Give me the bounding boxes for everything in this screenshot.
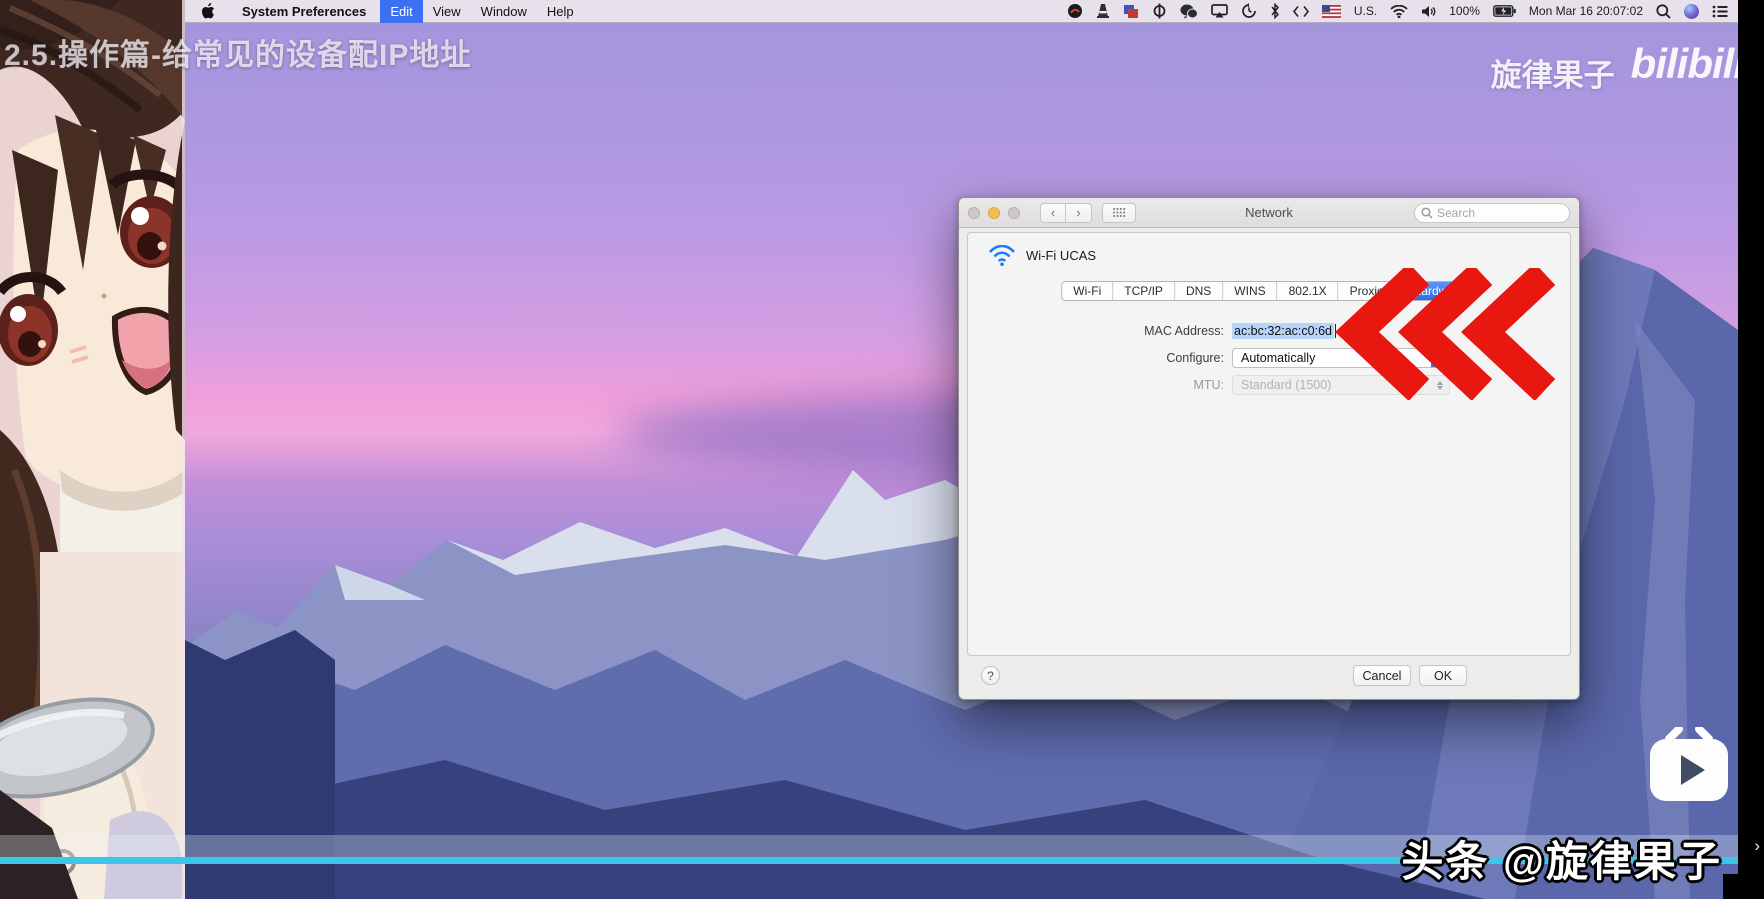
configure-dropdown[interactable]: Automatically: [1232, 348, 1450, 368]
battery-icon[interactable]: [1493, 5, 1516, 17]
letterbox-right: [1738, 0, 1764, 899]
letterbox-corner: [1723, 874, 1764, 899]
hardware-form: MAC Address: ac:bc:32:ac:c0:6d Configure…: [968, 321, 1570, 402]
tab-tcpip[interactable]: TCP/IP: [1113, 282, 1175, 300]
windows-switch-icon[interactable]: [1123, 4, 1139, 19]
cancel-button[interactable]: Cancel: [1353, 665, 1411, 686]
vlc-cone-icon[interactable]: [1096, 3, 1110, 19]
search-input[interactable]: [1437, 206, 1557, 220]
menu-clock[interactable]: Mon Mar 16 20:07:02: [1529, 4, 1643, 18]
connection-row: Wi-Fi UCAS: [988, 245, 1096, 266]
anime-character-overlay: [0, 0, 185, 899]
stepper-arrows-icon: [1431, 381, 1449, 390]
tab-dns[interactable]: DNS: [1175, 282, 1223, 300]
spotlight-icon[interactable]: [1656, 4, 1671, 19]
mac-address-row: MAC Address: ac:bc:32:ac:c0:6d: [968, 321, 1570, 341]
wechat-icon[interactable]: [1180, 4, 1198, 19]
mtu-label: MTU:: [968, 378, 1232, 392]
time-machine-icon[interactable]: [1241, 3, 1257, 19]
airplay-display-icon[interactable]: [1211, 4, 1228, 18]
zoom-button[interactable]: [1008, 207, 1020, 219]
tab-wifi[interactable]: Wi-Fi: [1062, 282, 1113, 300]
next-arrow-icon[interactable]: ›: [1754, 836, 1760, 856]
close-button[interactable]: [968, 207, 980, 219]
help-button[interactable]: ?: [981, 666, 1000, 685]
menu-window[interactable]: Window: [471, 0, 537, 23]
video-title-overlay: 2.5.操作篇-给常见的设备配IP地址: [4, 30, 471, 74]
configure-row: Configure: Automatically: [968, 348, 1570, 368]
phi-icon[interactable]: [1152, 3, 1167, 19]
bilibili-tv-icon: [1647, 727, 1731, 803]
tab-wins[interactable]: WINS: [1223, 282, 1277, 300]
macos-desktop: System Preferences Edit View Window Help…: [185, 0, 1738, 899]
video-frame: System Preferences Edit View Window Help…: [0, 0, 1764, 899]
menu-status-area: U.S. 100% Mon Mar 16 20:07:02: [1067, 3, 1728, 19]
dev-brackets-icon[interactable]: [1293, 5, 1309, 18]
configure-label: Configure:: [968, 351, 1232, 365]
menu-edit[interactable]: Edit: [380, 0, 422, 23]
us-flag-icon[interactable]: [1322, 5, 1341, 18]
dropdown-arrows-icon: [1431, 349, 1449, 367]
mac-address-value[interactable]: ac:bc:32:ac:c0:6d: [1232, 323, 1336, 339]
volume-icon[interactable]: [1421, 5, 1436, 18]
show-all-button[interactable]: [1102, 203, 1136, 223]
app-circle-icon[interactable]: [1067, 3, 1083, 19]
wifi-icon[interactable]: [1390, 5, 1408, 18]
tab-8021x[interactable]: 802.1X: [1278, 282, 1339, 300]
mac-address-selection: ac:bc:32:ac:c0:6d: [1232, 323, 1334, 339]
battery-percent-label: 100%: [1449, 4, 1480, 18]
mtu-value: Standard (1500): [1233, 378, 1431, 392]
tab-hardware[interactable]: Hardware: [1402, 282, 1476, 300]
connection-name: Wi-Fi UCAS: [1026, 248, 1096, 263]
uploader-name: 旋律果子: [1491, 50, 1615, 95]
search-icon: [1421, 207, 1433, 219]
ok-button[interactable]: OK: [1419, 665, 1467, 686]
wifi-service-icon: [988, 245, 1016, 266]
input-source-label[interactable]: U.S.: [1354, 4, 1377, 18]
tab-proxies[interactable]: Proxies: [1339, 282, 1402, 300]
siri-icon[interactable]: [1684, 4, 1699, 19]
bluetooth-icon[interactable]: [1270, 3, 1280, 19]
minimize-button[interactable]: [988, 207, 1000, 219]
apple-menu[interactable]: [201, 3, 216, 19]
tab-bar: Wi-Fi TCP/IP DNS WINS 802.1X Proxies Har…: [1061, 281, 1476, 301]
network-window: ‹ › Network Wi-Fi UCAS Wi-Fi: [958, 197, 1580, 700]
window-titlebar[interactable]: ‹ › Network: [959, 198, 1579, 228]
window-content-panel: Wi-Fi UCAS Wi-Fi TCP/IP DNS WINS 802.1X …: [967, 232, 1571, 656]
back-button[interactable]: ‹: [1040, 203, 1066, 223]
menu-system-preferences[interactable]: System Preferences: [232, 0, 380, 23]
menu-bar: System Preferences Edit View Window Help…: [185, 0, 1738, 23]
forward-button[interactable]: ›: [1066, 203, 1092, 223]
menu-help[interactable]: Help: [537, 0, 584, 23]
uploader-overlay: 旋律果子 bilibili ?: [1491, 40, 1744, 95]
search-field[interactable]: [1414, 203, 1570, 223]
bilibili-logo: bilibili ?: [1631, 40, 1744, 88]
menu-view[interactable]: View: [423, 0, 471, 23]
mac-address-label: MAC Address:: [968, 324, 1232, 338]
mtu-row: MTU: Standard (1500): [968, 375, 1570, 395]
configure-value: Automatically: [1233, 351, 1431, 365]
mtu-dropdown: Standard (1500): [1232, 375, 1450, 395]
watermark-text: 头条 @旋律果子: [1401, 828, 1722, 889]
notification-center-icon[interactable]: [1712, 5, 1728, 18]
text-cursor: [1335, 324, 1336, 338]
